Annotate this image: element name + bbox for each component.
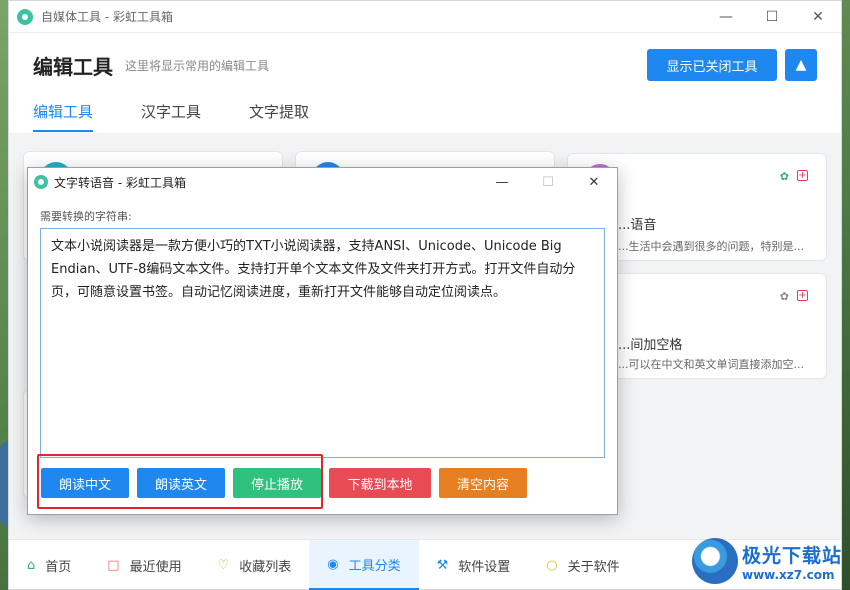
heart-icon: ♡ [217,557,230,573]
app-logo-icon [17,8,33,25]
card-title: ...间加空格 [618,338,683,353]
wifi-icon: ✿ [779,170,789,183]
card-description: ...可以在中文和英文单词直接添加空... [618,358,804,371]
nav-label: 首页 [45,559,72,575]
read-chinese-button[interactable]: 朗读中文 [41,468,129,498]
main-window-title: 自媒体工具 - 彩虹工具箱 [41,10,173,24]
wrench-icon: ⚒ [436,557,449,573]
page-title: 编辑工具 [33,55,113,79]
home-icon: ⌂ [27,557,36,573]
dialog-maximize-button: ☐ [542,174,554,190]
tab-hanzi-tools[interactable]: 汉字工具 [141,101,201,132]
nav-label: 收藏列表 [239,559,292,575]
tab-text-extract[interactable]: 文字提取 [249,101,309,132]
watermark-url: www.xz7.com [741,567,835,582]
dialog-title: 文字转语音 - 彩虹工具箱 [54,175,186,190]
category-icon: ◉ [327,556,339,572]
card-title: ...语音 [618,218,657,233]
page-header: 编辑工具 这里将显示常用的编辑工具 显示已关闭工具 ▲ 编辑工具 汉字工具 文字… [9,33,841,133]
maximize-button[interactable]: ☐ [749,1,795,33]
nav-about[interactable]: ○ 关于软件 [528,540,637,590]
tab-bar: 编辑工具 汉字工具 文字提取 [33,101,357,132]
dialog-button-row: 朗读中文 朗读英文 停止播放 下载到本地 清空内容 [41,468,527,498]
nav-label: 软件设置 [458,559,511,575]
dialog-minimize-button[interactable]: — [479,168,525,196]
tts-dialog: 文字转语音 - 彩虹工具箱 — ☐ ✕ 需要转换的字符串: 文本小说阅读器是一款… [27,167,618,515]
nav-recent[interactable]: □ 最近使用 [89,540,199,590]
close-button[interactable]: ✕ [795,1,841,33]
nav-settings[interactable]: ⚒ 软件设置 [419,540,529,590]
nav-label: 关于软件 [567,559,620,575]
nav-categories[interactable]: ◉ 工具分类 [309,540,419,590]
read-english-button[interactable]: 朗读英文 [137,468,225,498]
card-description: ...生活中会遇到很多的问题，特别是... [618,240,804,253]
stop-playback-button[interactable]: 停止播放 [233,468,321,498]
main-titlebar: 自媒体工具 - 彩虹工具箱 — ☐ ✕ [9,1,841,33]
minimize-button[interactable]: — [703,1,749,33]
add-favorite-icon[interactable]: + [797,170,808,181]
site-watermark: 极光下载站 www.xz7.com [691,538,842,584]
alarm-icon: ▲ [795,57,807,73]
nav-label: 工具分类 [348,558,401,574]
clear-content-button[interactable]: 清空内容 [439,468,527,498]
text-input[interactable]: 文本小说阅读器是一款方便小巧的TXT小说阅读器，支持ANSI、Unicode、U… [40,228,605,458]
bulb-icon: ○ [546,557,558,573]
watermark-title: 极光下载站 [741,544,842,567]
add-favorite-icon[interactable]: + [797,290,808,301]
page-subtitle: 这里将显示常用的编辑工具 [125,59,270,73]
nav-label: 最近使用 [129,559,182,575]
nav-home[interactable]: ⌂ 首页 [9,540,89,590]
folder-icon: □ [107,557,120,573]
nav-favorites[interactable]: ♡ 收藏列表 [200,540,310,590]
input-label: 需要转换的字符串: [40,210,132,223]
show-closed-tools-button[interactable]: 显示已关闭工具 [647,49,777,81]
dialog-logo-icon [34,175,48,189]
dialog-titlebar: 文字转语音 - 彩虹工具箱 — ☐ ✕ [28,168,617,196]
watermark-logo-icon [691,538,738,584]
download-local-button[interactable]: 下载到本地 [329,468,431,498]
alarm-button[interactable]: ▲ [785,49,817,81]
tab-edit-tools[interactable]: 编辑工具 [33,101,94,132]
wifi-off-icon: ✿ [779,290,789,303]
dialog-close-button[interactable]: ✕ [571,168,617,196]
